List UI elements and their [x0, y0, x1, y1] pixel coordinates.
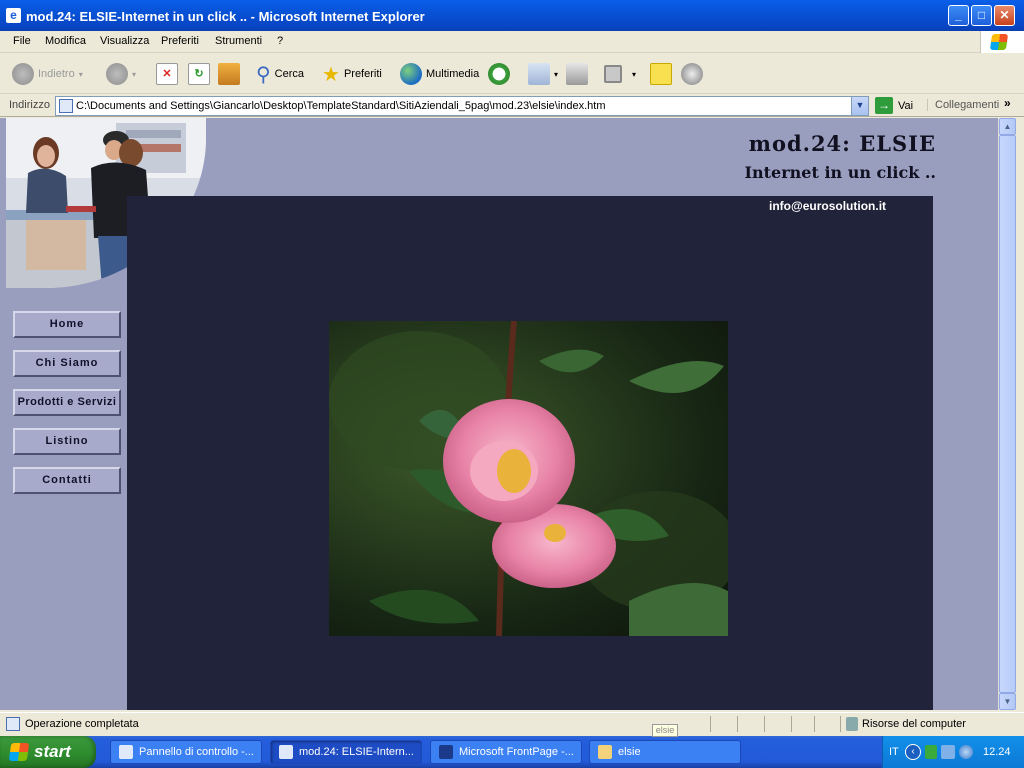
nav-listino-button[interactable]: Listino: [13, 428, 121, 455]
refresh-button[interactable]: ↻: [188, 62, 210, 86]
task-control-panel[interactable]: Pannello di controllo -...: [110, 740, 262, 764]
back-arrow-icon: [12, 63, 34, 85]
control-panel-icon: [119, 745, 133, 759]
edit-button[interactable]: ▾: [604, 62, 636, 86]
scroll-thumb[interactable]: [999, 135, 1016, 693]
clock[interactable]: 12.24: [983, 746, 1011, 758]
zone-text: Risorse del computer: [862, 718, 966, 730]
title-bar: e mod.24: ELSIE-Internet in un click .. …: [0, 0, 1024, 31]
back-button[interactable]: Indietro ▾: [12, 62, 83, 86]
page-subtitle: Internet in un click ..: [744, 163, 936, 182]
language-indicator[interactable]: IT: [889, 746, 899, 758]
go-arrow-icon: →: [875, 97, 893, 114]
scroll-down-icon[interactable]: ▼: [999, 693, 1016, 710]
tray-expand-icon[interactable]: ‹: [905, 744, 921, 760]
ie-task-icon: [279, 745, 293, 759]
star-icon: ★: [322, 63, 340, 86]
menu-visualizza[interactable]: Visualizza: [100, 35, 149, 47]
stop-button[interactable]: ✕: [156, 62, 178, 86]
home-icon: [218, 63, 240, 85]
task-frontpage[interactable]: Microsoft FrontPage -...: [430, 740, 582, 764]
refresh-icon: ↻: [188, 63, 210, 85]
menu-bar: File Modifica Visualizza Preferiti Strum…: [0, 31, 1024, 53]
task-elsie-folder[interactable]: elsie: [589, 740, 741, 764]
nav-home-button[interactable]: Home: [13, 311, 121, 338]
windows-logo-icon: [980, 31, 1024, 53]
print-button[interactable]: [566, 62, 588, 86]
history-icon: [488, 63, 510, 85]
messenger-button[interactable]: [681, 62, 703, 86]
mail-button[interactable]: ▾: [528, 62, 558, 86]
scroll-up-icon[interactable]: ▲: [999, 118, 1016, 135]
nav-chi-siamo-button[interactable]: Chi Siamo: [13, 350, 121, 377]
stop-icon: ✕: [156, 63, 178, 85]
search-icon: ⚲: [256, 63, 271, 86]
history-button[interactable]: [488, 62, 510, 86]
menu-preferiti[interactable]: Preferiti: [161, 35, 199, 47]
home-button[interactable]: [218, 62, 240, 86]
menu-file[interactable]: File: [13, 35, 31, 47]
messenger-icon: [681, 63, 703, 85]
address-label: Indirizzo: [9, 99, 50, 111]
nav-contatti-button[interactable]: Contatti: [13, 467, 121, 494]
toolbar: Indietro ▾ ▾ ✕ ↻ ⚲ Cerca ★ Preferiti Mult…: [0, 54, 1024, 94]
frontpage-icon: [439, 745, 453, 759]
system-tray: IT ‹ 12.24: [882, 736, 1024, 768]
notes-button[interactable]: [650, 62, 672, 86]
windows-flag-icon: [8, 743, 30, 761]
search-button[interactable]: ⚲ Cerca: [256, 62, 304, 86]
vertical-scrollbar[interactable]: ▲ ▼: [998, 118, 1016, 710]
window-title: mod.24: ELSIE-Internet in un click .. - …: [26, 9, 425, 24]
address-value: C:\Documents and Settings\Giancarlo\Desk…: [76, 100, 606, 112]
status-bar: Operazione completata Risorse del comput…: [0, 712, 1024, 735]
status-text: Operazione completata: [25, 718, 139, 730]
task-ie-window[interactable]: mod.24: ELSIE-Intern...: [270, 740, 422, 764]
chevron-right-icon[interactable]: »: [1004, 96, 1011, 110]
menu-strumenti[interactable]: Strumenti: [215, 35, 262, 47]
edit-icon: [604, 65, 622, 83]
page-viewport: mod.24: ELSIE Internet in un click .. in…: [0, 118, 998, 710]
page-done-icon: [6, 717, 20, 731]
links-button[interactable]: Collegamenti: [927, 99, 999, 111]
monitor-icon[interactable]: [941, 745, 955, 759]
email-link[interactable]: info@eurosolution.it: [769, 199, 886, 213]
menu-help[interactable]: ?: [277, 35, 283, 47]
maximize-button[interactable]: □: [971, 5, 992, 26]
nav-prodotti-button[interactable]: Prodotti e Servizi: [13, 389, 121, 416]
start-button[interactable]: start: [0, 736, 96, 768]
forward-arrow-icon: [106, 63, 128, 85]
address-dropdown-icon[interactable]: ▼: [851, 97, 868, 115]
globe-icon: [400, 63, 422, 85]
media-button[interactable]: Multimedia: [400, 62, 479, 86]
menu-modifica[interactable]: Modifica: [45, 35, 86, 47]
minimize-button[interactable]: _: [948, 5, 969, 26]
globe-tray-icon[interactable]: [959, 745, 973, 759]
printer-icon: [566, 63, 588, 85]
close-button[interactable]: ✕: [994, 5, 1015, 26]
page-icon: [59, 99, 73, 113]
favorites-button[interactable]: ★ Preferiti: [322, 62, 382, 86]
computer-icon: [846, 717, 858, 731]
address-input[interactable]: C:\Documents and Settings\Giancarlo\Desk…: [55, 96, 869, 116]
go-button[interactable]: → Vai: [875, 97, 913, 114]
taskbar-tooltip: elsie: [652, 724, 678, 737]
folder-icon: [598, 745, 612, 759]
page-title: mod.24: ELSIE: [748, 131, 936, 156]
note-icon: [650, 63, 672, 85]
taskbar: start Pannello di controllo -... mod.24:…: [0, 736, 1024, 768]
forward-button[interactable]: ▾: [106, 62, 136, 86]
ie-icon: e: [6, 8, 21, 23]
address-bar: Indirizzo C:\Documents and Settings\Gian…: [0, 95, 1024, 117]
mail-icon: [528, 63, 550, 85]
network-icon[interactable]: [925, 745, 937, 759]
flower-photo: [329, 321, 728, 636]
